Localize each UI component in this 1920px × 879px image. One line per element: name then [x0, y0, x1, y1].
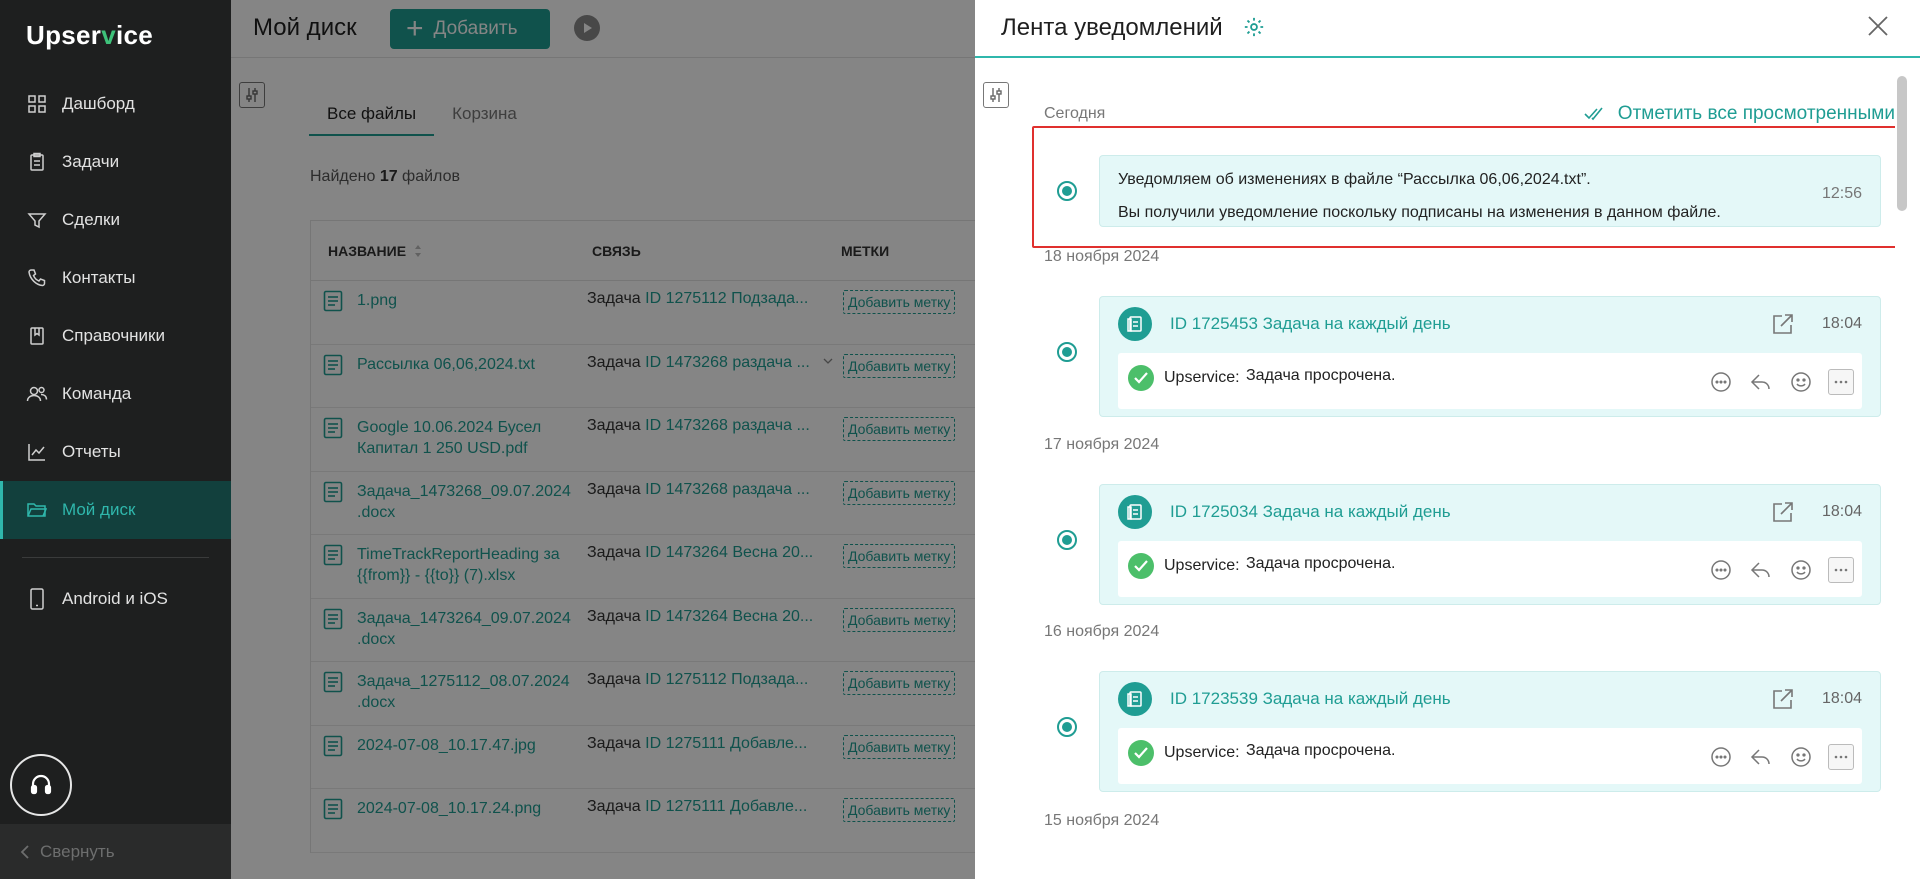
more-options-icon[interactable]: [1828, 557, 1854, 583]
folder-icon: [26, 499, 48, 521]
external-link-icon[interactable]: [1772, 313, 1794, 335]
team-icon: [26, 383, 48, 405]
notification-body: Upservice: Задача просрочена.: [1118, 541, 1862, 597]
notification-header: ID 1725034 Задача на каждый день: [1118, 495, 1451, 529]
sidebar-item-reports[interactable]: Отчеты: [0, 423, 231, 481]
notification-card-task[interactable]: ID 1725034 Задача на каждый день 18:04 Ups…: [1099, 484, 1881, 605]
contacts-icon: [26, 267, 48, 289]
task-link[interactable]: ID 1723539 Задача на каждый день: [1170, 689, 1451, 709]
headset-icon: [28, 772, 54, 798]
notification-time: 18:04: [1821, 315, 1862, 332]
collapse-sidebar-button[interactable]: Свернуть: [0, 824, 231, 879]
notifications-feed: Сегодня Отметить все просмотренными Увед…: [1015, 60, 1895, 879]
notification-message: Задача просрочена.: [1246, 555, 1396, 572]
close-icon[interactable]: [1866, 14, 1890, 38]
panel-filter-button[interactable]: [983, 82, 1009, 108]
sidebar-divider: [22, 557, 209, 558]
comment-icon[interactable]: [1708, 557, 1734, 583]
author-name: Upservice:: [1164, 744, 1240, 761]
check-icon: [1128, 365, 1154, 391]
sidebar-item-dashboard[interactable]: Дашборд: [0, 75, 231, 133]
notification-message: Задача просрочена.: [1246, 367, 1396, 384]
notification-actions: [1694, 369, 1854, 395]
notification-time: 18:04: [1821, 503, 1862, 520]
mark-all-read-button[interactable]: Отметить все просмотренными: [1584, 103, 1895, 125]
notification-actions: [1694, 557, 1854, 583]
sidebar-item-team[interactable]: Команда: [0, 365, 231, 423]
scrollbar[interactable]: [1897, 76, 1907, 211]
panel-title: Лента уведомлений: [1001, 14, 1223, 41]
reply-icon[interactable]: [1748, 744, 1774, 770]
sidebar-item-mobile[interactable]: Android и iOS: [0, 570, 231, 628]
read-status-radio[interactable]: [1057, 342, 1077, 362]
task-icon: [1118, 307, 1152, 341]
date-label: 18 ноября 2024: [1044, 248, 1160, 265]
read-status-radio[interactable]: [1057, 530, 1077, 550]
date-today: Сегодня: [1044, 105, 1106, 122]
chevron-left-icon: [20, 844, 30, 859]
phone-icon: [26, 588, 48, 610]
notification-header: ID 1723539 Задача на каждый день: [1118, 682, 1451, 716]
notification-body: Upservice: Задача просрочена.: [1118, 353, 1862, 409]
highlight-box: [1032, 126, 1895, 248]
external-link-icon[interactable]: [1772, 501, 1794, 523]
sidebar-item-my-disk[interactable]: Мой диск: [0, 481, 231, 539]
notification-card-task[interactable]: ID 1723539 Задача на каждый день 18:04 Ups…: [1099, 671, 1881, 792]
comment-icon[interactable]: [1708, 369, 1734, 395]
date-label: 17 ноября 2024: [1044, 436, 1160, 453]
task-link[interactable]: ID 1725034 Задача на каждый день: [1170, 502, 1451, 522]
notification-card-task[interactable]: ID 1725453 Задача на каждый день 18:04 Ups…: [1099, 296, 1881, 417]
dashboard-icon: [26, 93, 48, 115]
comment-icon[interactable]: [1708, 744, 1734, 770]
notification-header: ID 1725453 Задача на каждый день: [1118, 307, 1451, 341]
logo[interactable]: Upservice: [26, 20, 153, 51]
double-check-icon: [1584, 107, 1618, 121]
sidebar: Upservice Дашборд Задачи Сделки Контакты…: [0, 0, 231, 879]
reply-icon[interactable]: [1748, 369, 1774, 395]
sidebar-item-contacts[interactable]: Контакты: [0, 249, 231, 307]
emoji-icon[interactable]: [1788, 744, 1814, 770]
check-icon: [1128, 740, 1154, 766]
more-options-icon[interactable]: [1828, 744, 1854, 770]
task-link[interactable]: ID 1725453 Задача на каждый день: [1170, 314, 1451, 334]
date-label: 15 ноября 2024: [1044, 812, 1160, 829]
notification-message: Задача просрочена.: [1246, 742, 1396, 759]
notification-body: Upservice: Задача просрочена.: [1118, 728, 1862, 784]
sidebar-nav: Дашборд Задачи Сделки Контакты Справочни…: [0, 75, 231, 628]
notification-time: 18:04: [1821, 690, 1862, 707]
read-status-radio[interactable]: [1057, 717, 1077, 737]
emoji-icon[interactable]: [1788, 557, 1814, 583]
check-icon: [1128, 553, 1154, 579]
support-button[interactable]: [10, 754, 72, 816]
modal-overlay[interactable]: [231, 0, 975, 879]
date-label: 16 ноября 2024: [1044, 623, 1160, 640]
author-name: Upservice:: [1164, 557, 1240, 574]
task-icon: [1118, 682, 1152, 716]
sliders-icon: [988, 87, 1004, 103]
gear-icon[interactable]: [1243, 16, 1265, 38]
notification-actions: [1694, 744, 1854, 770]
sidebar-item-directory[interactable]: Справочники: [0, 307, 231, 365]
sidebar-item-deals[interactable]: Сделки: [0, 191, 231, 249]
reports-icon: [26, 441, 48, 463]
author-name: Upservice:: [1164, 369, 1240, 386]
tasks-icon: [26, 151, 48, 173]
task-icon: [1118, 495, 1152, 529]
external-link-icon[interactable]: [1772, 688, 1794, 710]
directory-icon: [26, 325, 48, 347]
more-options-icon[interactable]: [1828, 369, 1854, 395]
panel-header: Лента уведомлений: [975, 0, 1920, 58]
deals-icon: [26, 209, 48, 231]
sidebar-item-tasks[interactable]: Задачи: [0, 133, 231, 191]
emoji-icon[interactable]: [1788, 369, 1814, 395]
notifications-panel: Лента уведомлений Сегодня Отметить все п…: [975, 0, 1920, 879]
reply-icon[interactable]: [1748, 557, 1774, 583]
